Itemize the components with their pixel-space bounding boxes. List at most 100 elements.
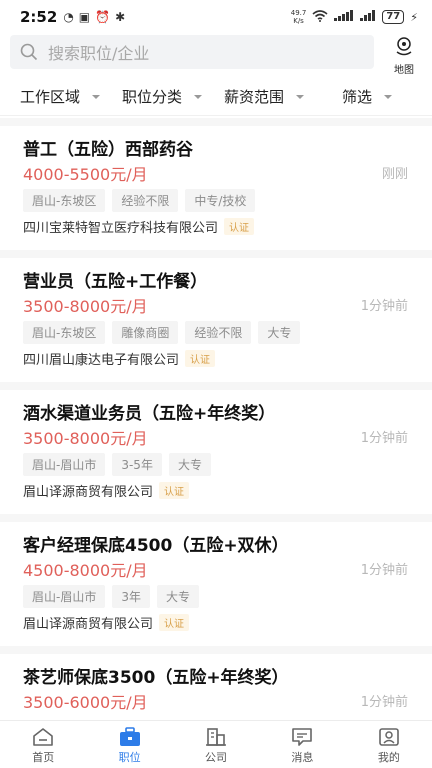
job-card[interactable]: 普工（五险）西部药谷 4000-5500元/月 刚刚 眉山-东坡区 经验不限 中…: [0, 118, 432, 250]
search-icon: [20, 43, 38, 61]
job-tag: 3-5年: [112, 453, 162, 476]
company-name: 四川眉山康达电子有限公司: [23, 353, 180, 368]
signal-icon: [334, 10, 354, 24]
job-tags: 眉山-眉山市 3-5年 大专: [23, 453, 211, 476]
company-name: 四川宝莱特智立医疗科技有限公司: [23, 221, 219, 236]
map-button[interactable]: 地图: [388, 36, 420, 76]
tab-label: 消息: [291, 750, 314, 764]
tab-jobs[interactable]: 职位: [86, 721, 172, 768]
search-row: 搜索职位/企业 地图: [0, 34, 432, 76]
profile-icon: [378, 727, 400, 747]
alarm-icon: ⏰: [95, 10, 111, 24]
job-salary: 3500-6000元/月: [23, 693, 148, 712]
status-notification-icons: ◔ ▣ ⏰ ✱: [63, 10, 125, 24]
card-separator: [0, 250, 432, 258]
job-tag: 眉山-眉山市: [23, 585, 106, 608]
job-company: 眉山译源商贸有限公司 认证: [23, 613, 190, 632]
job-salary: 4000-5500元/月: [23, 165, 148, 184]
status-bar: 2:52 ◔ ▣ ⏰ ✱ 49.7 K/s 77 ⚡: [0, 0, 432, 34]
job-title: 酒水渠道业务员（五险+年终奖）: [23, 404, 276, 424]
job-company: 四川眉山康达电子有限公司 认证: [23, 349, 216, 368]
filter-salary-range[interactable]: 薪资范围: [224, 86, 305, 107]
certified-badge: 认证: [224, 218, 255, 235]
tab-home[interactable]: 首页: [0, 721, 86, 768]
job-tags: 眉山-东坡区 经验不限 中专/技校: [23, 189, 256, 212]
speedometer-icon: ◔: [63, 10, 74, 24]
card-separator: [0, 382, 432, 390]
job-title: 普工（五险）西部药谷: [23, 140, 193, 160]
signal-icon-2: [360, 10, 376, 24]
building-icon: [205, 727, 227, 747]
filter-label: 工作区域: [20, 88, 81, 106]
net-speed-value: 49.7: [290, 9, 307, 17]
company-name: 眉山译源商贸有限公司: [23, 485, 154, 500]
map-label: 地图: [394, 65, 414, 76]
job-salary: 4500-8000元/月: [23, 561, 148, 580]
job-tags: 眉山-眉山市 3年 大专: [23, 585, 199, 608]
caret-down-icon: [194, 94, 203, 99]
bluetooth-icon: ✱: [115, 10, 126, 24]
caret-down-icon: [384, 94, 393, 99]
filter-more[interactable]: 筛选: [342, 86, 393, 107]
job-tag: 眉山-东坡区: [23, 189, 106, 212]
job-title: 客户经理保底4500（五险+双休）: [23, 536, 289, 556]
card-separator: [0, 646, 432, 654]
job-tag: 大专: [156, 585, 199, 608]
tab-label: 职位: [118, 750, 141, 764]
home-icon: [32, 727, 54, 747]
job-card[interactable]: 营业员（五险+工作餐） 3500-8000元/月 1分钟前 眉山-东坡区 雕像商…: [0, 250, 432, 382]
tab-label: 首页: [32, 750, 55, 764]
tab-messages[interactable]: 消息: [259, 721, 345, 768]
tab-label: 公司: [205, 750, 228, 764]
caret-down-icon: [92, 94, 101, 99]
card-separator: [0, 118, 432, 126]
bottom-tab-bar: 首页 职位 公司 消息 我的: [0, 720, 432, 768]
net-speed-unit: K/s: [293, 17, 304, 25]
job-tags: 眉山-东坡区 雕像商圈 经验不限 大专: [23, 321, 301, 344]
charging-icon: ⚡: [410, 10, 418, 24]
filter-label: 职位分类: [122, 88, 183, 106]
job-salary: 3500-8000元/月: [23, 429, 148, 448]
search-input[interactable]: 搜索职位/企业: [10, 35, 374, 69]
tab-label: 我的: [377, 750, 400, 764]
job-card[interactable]: 茶艺师保底3500（五险+年终奖） 3500-6000元/月 1分钟前: [0, 646, 432, 724]
job-card[interactable]: 酒水渠道业务员（五险+年终奖） 3500-8000元/月 1分钟前 眉山-眉山市…: [0, 382, 432, 514]
battery-indicator: 77: [382, 10, 405, 24]
job-tag: 眉山-眉山市: [23, 453, 106, 476]
job-posted-time: 1分钟前: [360, 695, 408, 710]
job-company: 四川宝莱特智立医疗科技有限公司 认证: [23, 217, 255, 236]
company-name: 眉山译源商贸有限公司: [23, 617, 154, 632]
search-placeholder: 搜索职位/企业: [48, 44, 150, 63]
certified-badge: 认证: [185, 350, 216, 367]
job-tag: 眉山-东坡区: [23, 321, 106, 344]
tab-profile[interactable]: 我的: [346, 721, 432, 768]
filter-label: 薪资范围: [224, 88, 285, 106]
filter-job-category[interactable]: 职位分类: [122, 86, 203, 107]
job-company: 眉山译源商贸有限公司 认证: [23, 481, 190, 500]
job-posted-time: 刚刚: [381, 167, 408, 182]
message-icon: [291, 727, 313, 747]
tab-company[interactable]: 公司: [173, 721, 259, 768]
job-title: 营业员（五险+工作餐）: [23, 272, 208, 292]
job-title: 茶艺师保底3500（五险+年终奖）: [23, 668, 289, 688]
net-speed: 49.7 K/s: [291, 9, 307, 25]
certified-badge: 认证: [159, 482, 190, 499]
map-pin-icon: [394, 36, 414, 60]
status-right: 49.7 K/s 77 ⚡: [291, 9, 418, 25]
job-tag: 大专: [258, 321, 301, 344]
job-tag: 雕像商圈: [112, 321, 179, 344]
filter-work-area[interactable]: 工作区域: [20, 86, 101, 107]
job-salary: 3500-8000元/月: [23, 297, 148, 316]
filter-label: 筛选: [342, 88, 373, 106]
card-separator: [0, 514, 432, 522]
briefcase-icon: [119, 726, 141, 747]
job-tag: 3年: [112, 585, 150, 608]
job-tag: 经验不限: [185, 321, 252, 344]
certified-badge: 认证: [159, 614, 190, 631]
filter-bar: 工作区域 职位分类 薪资范围 筛选: [0, 78, 432, 116]
nfc-icon: ▣: [78, 10, 91, 24]
job-posted-time: 1分钟前: [360, 563, 408, 578]
job-tag: 中专/技校: [185, 189, 256, 212]
status-time: 2:52: [20, 8, 58, 26]
job-card[interactable]: 客户经理保底4500（五险+双休） 4500-8000元/月 1分钟前 眉山-眉…: [0, 514, 432, 646]
